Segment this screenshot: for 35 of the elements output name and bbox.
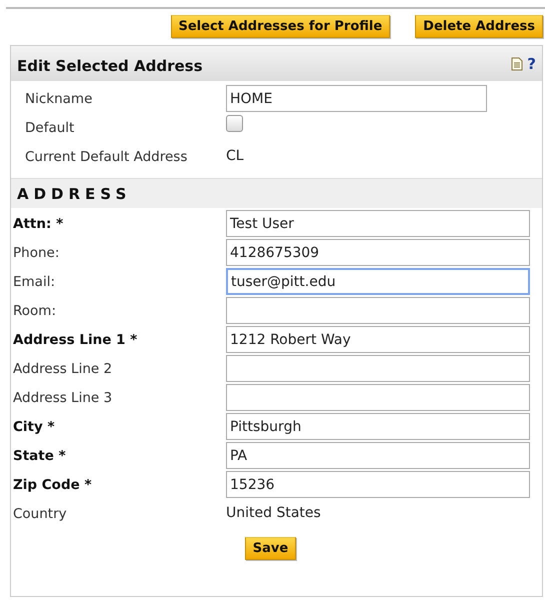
field-value: United States <box>226 504 322 523</box>
input-field[interactable]: HOME <box>226 85 487 112</box>
field-value: CL <box>226 147 245 166</box>
input-field[interactable] <box>226 297 530 324</box>
field-label: Attn: * <box>13 215 64 234</box>
document-icon[interactable] <box>511 56 524 70</box>
input-field[interactable] <box>226 355 530 382</box>
input-field[interactable]: tuser@pitt.edu <box>226 268 530 295</box>
help-link[interactable]: ? <box>527 54 536 72</box>
field-label: Address Line 2 <box>13 360 114 379</box>
toolbar-button[interactable]: Select Addresses for Profile <box>170 15 390 38</box>
checkbox[interactable] <box>226 115 243 132</box>
save-button[interactable]: Save <box>244 537 296 560</box>
field-label: Country <box>13 505 68 524</box>
input-field[interactable]: 1212 Robert Way <box>226 326 530 353</box>
field-label: Current Default Address <box>25 148 188 167</box>
field-label: Address Line 1 * <box>13 331 138 350</box>
input-field[interactable] <box>226 384 530 411</box>
panel-title: Edit Selected Address <box>17 56 203 74</box>
section-title: ADDRESS <box>17 184 132 202</box>
field-label: Address Line 3 <box>13 389 114 408</box>
input-field[interactable]: 15236 <box>226 471 530 498</box>
input-field[interactable]: Test User <box>226 210 530 237</box>
field-label: Room: <box>13 302 57 321</box>
field-label: Phone: <box>13 244 60 263</box>
field-label: Nickname <box>25 90 94 109</box>
field-label: Default <box>25 119 76 138</box>
field-label: Email: <box>13 273 56 292</box>
toolbar-button[interactable]: Delete Address <box>415 15 543 38</box>
input-field[interactable]: 4128675309 <box>226 239 530 266</box>
input-field[interactable]: Pittsburgh <box>226 413 530 440</box>
input-field[interactable]: PA <box>226 442 530 469</box>
field-label: City * <box>13 418 56 437</box>
field-label: Zip Code * <box>13 476 93 495</box>
field-label: State * <box>13 447 67 466</box>
